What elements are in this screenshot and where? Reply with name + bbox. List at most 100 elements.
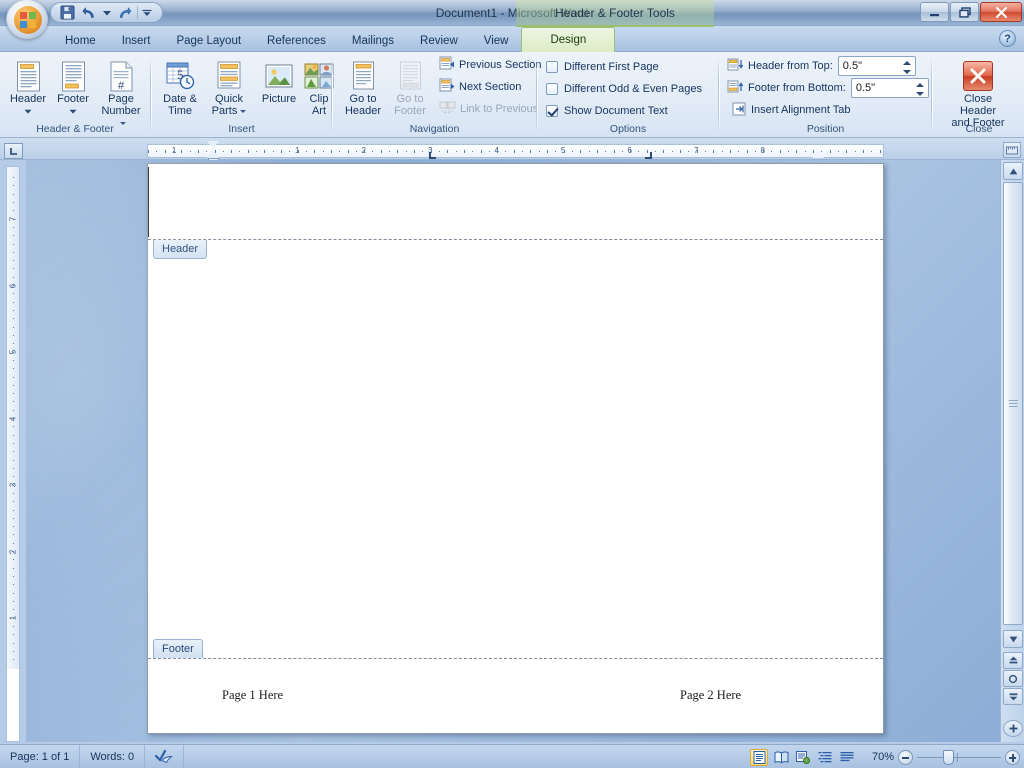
vertical-ruler[interactable]: 7654321 bbox=[6, 166, 20, 742]
go-to-header-button[interactable]: Go to Header bbox=[339, 56, 387, 118]
redo-icon[interactable] bbox=[115, 4, 134, 21]
tab-mailings[interactable]: Mailings bbox=[339, 30, 407, 52]
full-screen-reading-view-button[interactable] bbox=[772, 749, 790, 766]
go-to-footer-label: Go to Footer bbox=[394, 93, 426, 117]
footer-text-left[interactable]: Page 1 Here bbox=[222, 688, 283, 703]
zoom-out-button[interactable] bbox=[898, 749, 913, 765]
scroll-up-button[interactable] bbox=[1003, 162, 1023, 180]
go-to-footer-button[interactable]: Go to Footer bbox=[388, 56, 432, 118]
select-browse-object-button[interactable] bbox=[1003, 670, 1023, 687]
previous-section-button[interactable]: Previous Section bbox=[434, 56, 547, 74]
quick-parts-button[interactable]: Quick Parts bbox=[204, 56, 254, 118]
restore-button[interactable] bbox=[950, 2, 979, 22]
ruler-tick bbox=[297, 150, 299, 153]
outline-view-button[interactable] bbox=[816, 749, 834, 766]
vertical-ruler-tick bbox=[13, 293, 14, 295]
next-page-button[interactable] bbox=[1003, 688, 1023, 705]
footer-from-bottom-input[interactable] bbox=[851, 79, 908, 97]
vertical-ruler-tick bbox=[13, 617, 14, 619]
header-dropdown-icon[interactable] bbox=[24, 105, 32, 117]
undo-icon[interactable] bbox=[80, 4, 99, 21]
document-page[interactable]: Header Footer Page 1 Here Page 2 Here bbox=[147, 163, 884, 734]
header-from-top-up-icon[interactable] bbox=[902, 60, 911, 65]
show-document-text-label: Show Document Text bbox=[564, 105, 668, 117]
vertical-ruler-tick bbox=[13, 359, 14, 361]
tab-review[interactable]: Review bbox=[407, 30, 471, 52]
vertical-ruler-tick bbox=[13, 201, 14, 203]
header-from-top-spinner[interactable] bbox=[837, 56, 916, 76]
hanging-indent-marker[interactable] bbox=[207, 150, 219, 158]
save-icon[interactable] bbox=[58, 4, 77, 21]
tab-references[interactable]: References bbox=[254, 30, 339, 52]
different-first-page-option[interactable]: Different First Page bbox=[546, 58, 659, 76]
right-indent-marker[interactable] bbox=[812, 150, 824, 158]
show-document-text-option[interactable]: Show Document Text bbox=[546, 102, 668, 120]
footer-from-bottom-down-icon[interactable] bbox=[915, 91, 924, 96]
tab-view[interactable]: View bbox=[471, 30, 522, 52]
help-icon[interactable]: ? bbox=[999, 30, 1016, 47]
show-document-text-checkbox[interactable] bbox=[546, 105, 558, 117]
print-layout-view-button[interactable] bbox=[750, 748, 768, 766]
customize-qat-icon[interactable] bbox=[141, 4, 153, 21]
next-section-button[interactable]: Next Section bbox=[434, 78, 526, 96]
status-page-number[interactable]: Page: 1 of 1 bbox=[0, 744, 81, 768]
footer-from-bottom-up-icon[interactable] bbox=[915, 82, 924, 87]
ribbon: Header Footer # Page Number Header & Foo… bbox=[0, 52, 1024, 138]
header-area-tab: Header bbox=[153, 240, 208, 259]
close-button[interactable] bbox=[980, 2, 1022, 22]
close-header-and-footer-button[interactable]: Close Header and Footer bbox=[938, 57, 1018, 130]
tab-design[interactable]: Design bbox=[521, 27, 616, 52]
status-word-count[interactable]: Words: 0 bbox=[80, 744, 146, 768]
draft-view-button[interactable] bbox=[838, 749, 856, 766]
tab-insert[interactable]: Insert bbox=[109, 30, 164, 52]
ruler-tick bbox=[862, 150, 864, 153]
vertical-ruler-tick bbox=[13, 517, 14, 519]
zoom-level-label[interactable]: 70% bbox=[860, 751, 894, 763]
scrollbar-thumb[interactable] bbox=[1003, 182, 1023, 625]
picture-button[interactable]: Picture bbox=[257, 56, 301, 106]
group-separator-2 bbox=[331, 56, 333, 134]
horizontal-ruler[interactable]: 112345678 bbox=[147, 144, 884, 158]
insert-alignment-tab-button[interactable]: Insert Alignment Tab bbox=[727, 101, 855, 119]
zoom-in-button[interactable] bbox=[1005, 749, 1020, 765]
view-ruler-toggle[interactable] bbox=[1003, 142, 1021, 158]
scroll-down-button[interactable] bbox=[1003, 630, 1023, 648]
quick-parts-dropdown-icon[interactable] bbox=[240, 109, 247, 113]
footer-from-bottom-spinner[interactable] bbox=[850, 78, 929, 98]
footer-text-right[interactable]: Page 2 Here bbox=[680, 688, 741, 703]
web-layout-view-button[interactable] bbox=[794, 749, 812, 766]
header-from-top-input[interactable] bbox=[838, 57, 895, 75]
first-line-indent-marker[interactable] bbox=[207, 141, 219, 149]
date-time-button[interactable]: 5 Date & Time bbox=[157, 56, 203, 118]
undo-dropdown-icon[interactable] bbox=[102, 4, 112, 21]
header-from-top-arrows[interactable] bbox=[900, 58, 914, 76]
ruler-tick bbox=[613, 150, 615, 153]
different-odd-even-option[interactable]: Different Odd & Even Pages bbox=[546, 80, 702, 98]
footer-dropdown-icon[interactable] bbox=[69, 105, 77, 117]
date-time-icon: 5 bbox=[165, 60, 195, 92]
page-number-button[interactable]: # Page Number bbox=[96, 56, 146, 130]
center-tab-stop[interactable] bbox=[429, 152, 436, 159]
proofing-errors-icon[interactable] bbox=[145, 744, 185, 768]
different-first-page-checkbox[interactable] bbox=[546, 61, 558, 73]
zoom-slider[interactable] bbox=[917, 749, 1001, 765]
tab-home[interactable]: Home bbox=[52, 30, 109, 52]
minimize-button[interactable] bbox=[920, 2, 949, 22]
office-button[interactable] bbox=[6, 0, 48, 39]
go-to-header-icon bbox=[351, 60, 376, 92]
header-from-top-down-icon[interactable] bbox=[902, 69, 911, 74]
tab-page-layout[interactable]: Page Layout bbox=[163, 30, 254, 52]
different-odd-even-checkbox[interactable] bbox=[546, 83, 558, 95]
previous-page-button[interactable] bbox=[1003, 652, 1023, 669]
zoom-slider-handle[interactable] bbox=[943, 749, 954, 765]
scrollbar-zoom-in-button[interactable] bbox=[1003, 720, 1023, 737]
header-button[interactable]: Header bbox=[6, 56, 50, 118]
ribbon-group-insert: 5 Date & Time Quick Parts Picture Clip A… bbox=[153, 52, 334, 138]
vertical-scrollbar[interactable] bbox=[1000, 160, 1024, 742]
right-tab-stop[interactable] bbox=[645, 152, 652, 159]
tab-selector[interactable] bbox=[4, 143, 23, 159]
footer-button[interactable]: Footer bbox=[51, 56, 95, 118]
ruler-tick bbox=[688, 151, 690, 152]
link-to-previous-button[interactable]: Link to Previous bbox=[434, 100, 543, 118]
footer-from-bottom-arrows[interactable] bbox=[913, 80, 927, 98]
